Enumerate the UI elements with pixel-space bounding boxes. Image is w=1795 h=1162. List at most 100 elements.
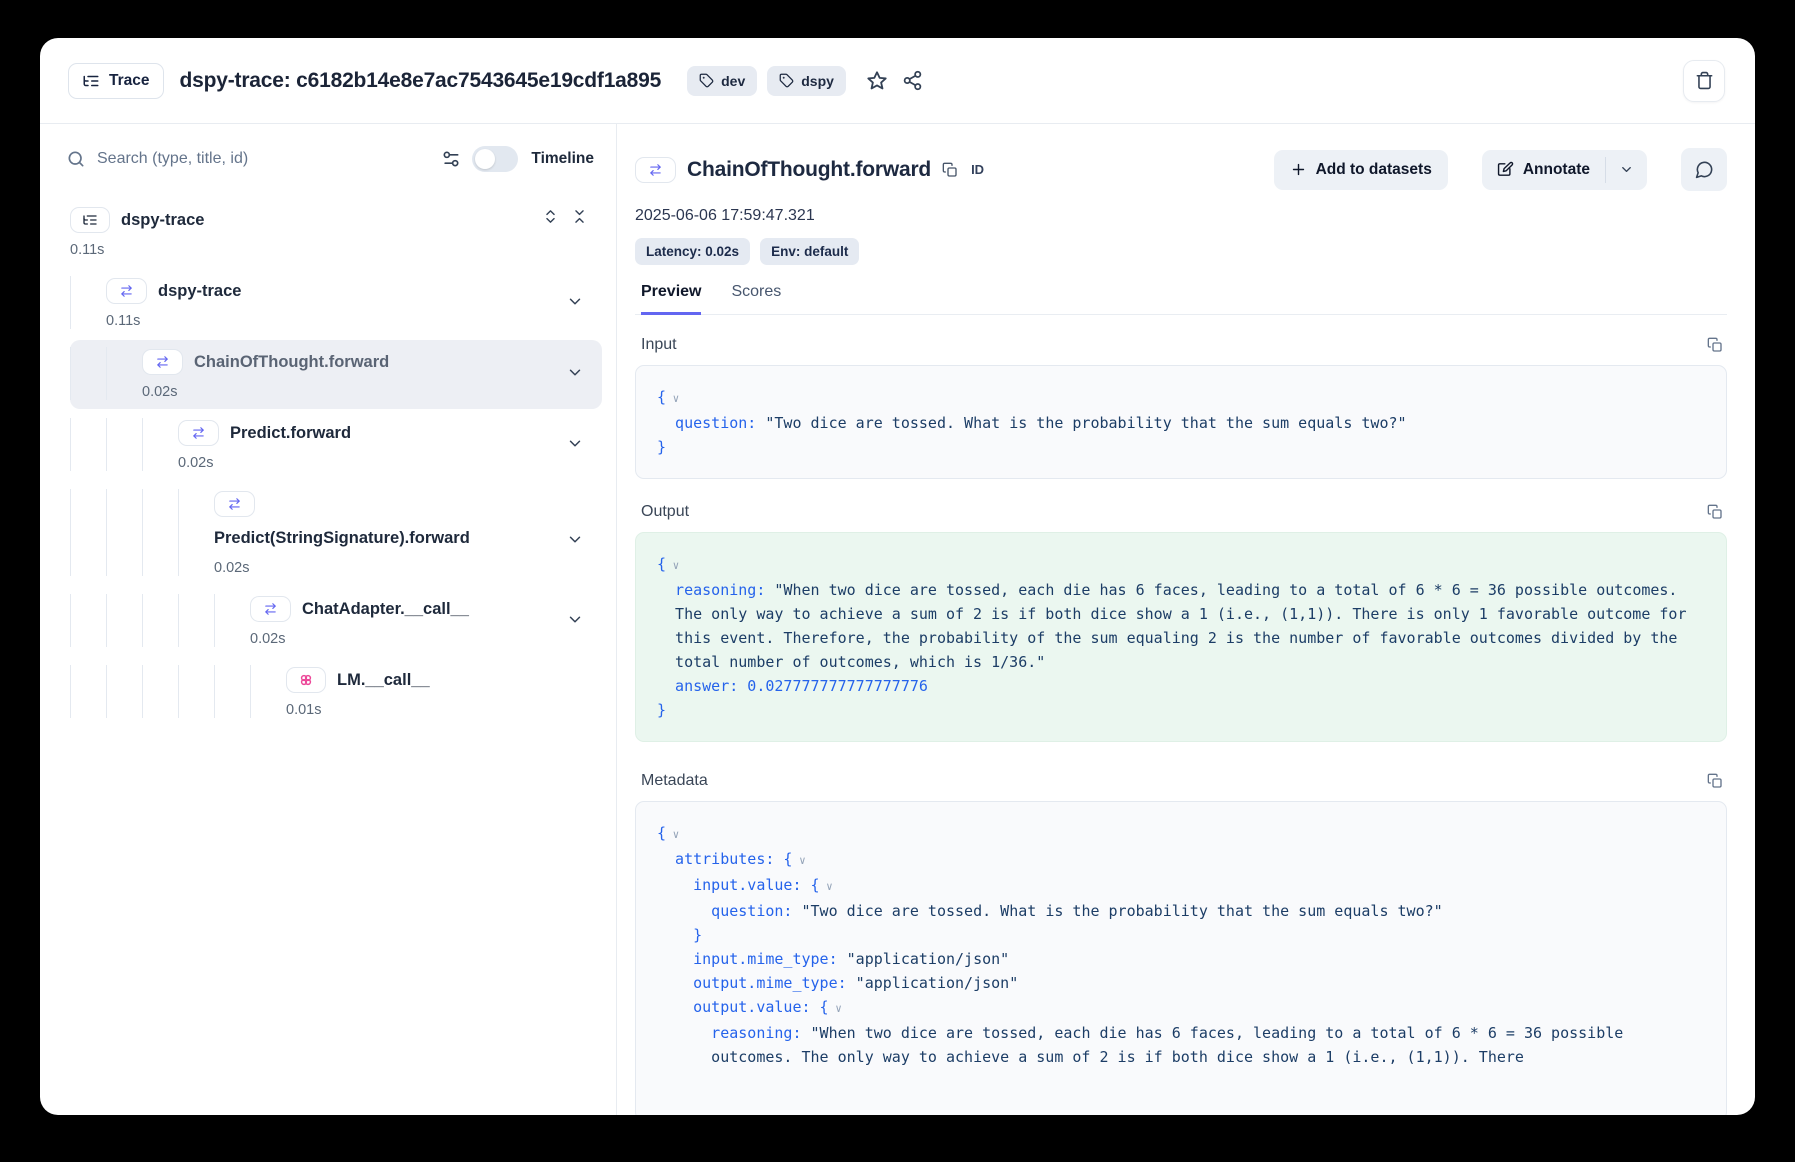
tag-label: dspy (801, 73, 834, 89)
filter-settings-button[interactable] (441, 149, 461, 169)
input-section-header: Input (641, 336, 1723, 354)
latency-badge: Latency: 0.02s (635, 238, 750, 265)
trace-type-badge: Trace (68, 63, 164, 99)
span-arrows-icon (118, 284, 135, 298)
span-type-badge (178, 420, 219, 446)
bookmark-star-button[interactable] (866, 70, 888, 92)
span-duration: 0.02s (250, 631, 602, 647)
span-type-badge (250, 596, 291, 622)
add-to-datasets-button[interactable]: Add to datasets (1274, 150, 1448, 190)
comments-button[interactable] (1681, 148, 1727, 191)
list-tree-icon (82, 212, 98, 228)
list-tree-icon (82, 72, 100, 90)
annotate-button[interactable]: Annotate (1482, 150, 1605, 190)
comment-icon (1695, 160, 1714, 179)
chevron-down-icon[interactable] (566, 530, 584, 548)
expand-all-button[interactable] (542, 208, 559, 225)
metadata-json-viewer[interactable]: { ∨attributes: { ∨input.value: { ∨questi… (635, 801, 1727, 1115)
copy-icon (942, 162, 958, 178)
metadata-section-header: Metadata (641, 772, 1723, 790)
copy-id-button[interactable] (942, 162, 958, 178)
trace-header: Trace dspy-trace: c6182b14e8e7ac7543645e… (40, 38, 1755, 124)
chevron-down-icon[interactable] (566, 434, 584, 452)
tree-row-chatadapter-call[interactable]: ChatAdapter.__call__ 0.02s (70, 587, 602, 656)
collapse-all-icon (571, 208, 588, 225)
detail-tabs: Preview Scores (635, 283, 1727, 315)
tree-row-dspy-trace[interactable]: dspy-trace 0.11s (70, 269, 602, 338)
expand-all-icon (542, 208, 559, 225)
input-section-title: Input (641, 336, 677, 354)
tag-dspy[interactable]: dspy (767, 66, 846, 96)
plus-icon (1290, 161, 1307, 178)
span-arrows-icon (226, 497, 243, 511)
span-duration: 0.11s (70, 242, 602, 258)
star-icon (866, 70, 888, 92)
tree-row-predict-stringsignature-forward[interactable]: Predict(StringSignature).forward 0.02s (70, 482, 602, 585)
generation-clover-icon (298, 672, 314, 688)
copy-metadata-button[interactable] (1707, 773, 1723, 789)
id-label: ID (971, 162, 984, 177)
share-icon (902, 70, 923, 91)
span-label: dspy-trace (121, 211, 204, 230)
search-icon (66, 149, 86, 169)
copy-icon (1707, 337, 1723, 353)
copy-icon (1707, 773, 1723, 789)
copy-icon (1707, 504, 1723, 520)
span-duration: 0.02s (142, 384, 602, 400)
env-badge: Env: default (760, 238, 859, 265)
span-arrows-icon (154, 355, 171, 369)
tree-row-lm-call[interactable]: LM.__call__ 0.01s (70, 658, 602, 727)
collapse-all-button[interactable] (571, 208, 588, 225)
timeline-label: Timeline (531, 150, 594, 168)
tab-preview[interactable]: Preview (641, 283, 701, 315)
chevron-down-icon (1619, 162, 1634, 177)
span-tree: dspy-trace 0.11s (40, 188, 616, 729)
span-label: dspy-trace (158, 282, 241, 301)
span-arrows-icon (647, 163, 664, 177)
output-json-viewer[interactable]: { ∨reasoning: "When two dice are tossed,… (635, 532, 1727, 742)
input-json-viewer[interactable]: { ∨question: "Two dice are tossed. What … (635, 365, 1727, 479)
copy-output-button[interactable] (1707, 504, 1723, 520)
annotate-label: Annotate (1523, 161, 1590, 179)
tab-scores[interactable]: Scores (731, 283, 781, 314)
tree-search-row: Timeline (40, 124, 616, 188)
trace-badge-label: Trace (109, 72, 150, 90)
span-label: Predict.forward (230, 424, 351, 443)
span-label: Predict(StringSignature).forward (214, 529, 470, 548)
span-detail-panel: ChainOfThought.forward ID Add to dataset… (617, 124, 1755, 1115)
span-badges: Latency: 0.02s Env: default (635, 238, 1727, 265)
tag-label: dev (721, 73, 745, 89)
span-type-badge (635, 157, 676, 183)
timeline-toggle[interactable] (472, 146, 518, 172)
delete-trace-button[interactable] (1683, 60, 1725, 102)
span-type-badge (106, 278, 147, 304)
span-arrows-icon (190, 426, 207, 440)
tag-dev[interactable]: dev (687, 66, 757, 96)
span-type-badge (286, 667, 326, 693)
edit-icon (1497, 161, 1514, 178)
tree-row-predict-forward[interactable]: Predict.forward 0.02s (70, 411, 602, 480)
search-input[interactable] (97, 150, 430, 168)
span-label: LM.__call__ (337, 671, 430, 690)
annotate-split-button: Annotate (1482, 150, 1647, 190)
output-section-header: Output (641, 503, 1723, 521)
chevron-down-icon[interactable] (566, 610, 584, 628)
metadata-section-title: Metadata (641, 772, 708, 790)
chevron-down-icon[interactable] (566, 363, 584, 381)
sliders-icon (441, 149, 461, 169)
output-section-title: Output (641, 503, 689, 521)
span-type-badge (70, 207, 110, 233)
share-button[interactable] (902, 70, 923, 91)
span-label: ChatAdapter.__call__ (302, 600, 469, 619)
trace-title: dspy-trace: c6182b14e8e7ac7543645e19cdf1… (180, 69, 662, 93)
span-duration: 0.02s (214, 560, 602, 576)
chevron-down-icon[interactable] (566, 292, 584, 310)
span-duration: 0.11s (106, 313, 602, 329)
annotate-menu-button[interactable] (1606, 150, 1647, 190)
copy-input-button[interactable] (1707, 337, 1723, 353)
tree-row-root[interactable]: dspy-trace 0.11s (70, 198, 602, 267)
tag-icon (779, 73, 794, 88)
tree-row-chainofthought-forward[interactable]: ChainOfThought.forward 0.02s (70, 340, 602, 409)
span-detail-title: ChainOfThought.forward (687, 158, 931, 182)
trace-tree-panel: Timeline dspy-trace (40, 124, 617, 1115)
